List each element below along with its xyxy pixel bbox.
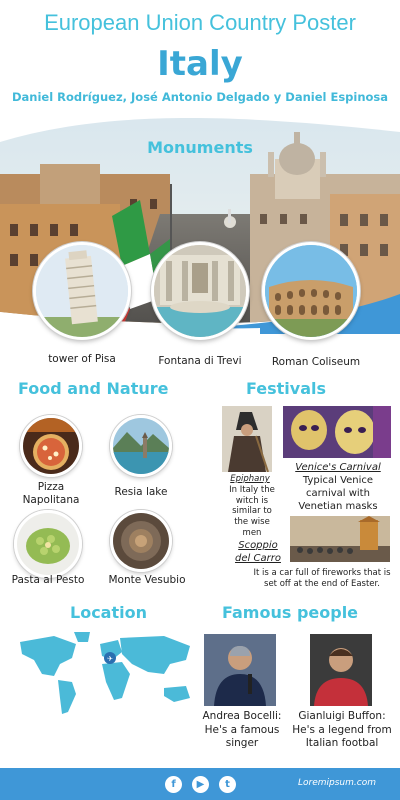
pizza-caption: Pizza Napolitana bbox=[22, 481, 80, 507]
pizza-icon bbox=[23, 418, 79, 474]
location-heading: Location bbox=[70, 603, 147, 622]
lake-icon bbox=[113, 418, 169, 474]
pizza-photo bbox=[20, 415, 82, 477]
famous-people-heading: Famous people bbox=[222, 603, 359, 622]
gianluigi-buffon-photo bbox=[310, 634, 372, 706]
resia-lake-caption: Resia lake bbox=[114, 486, 168, 498]
pasta-icon bbox=[17, 513, 79, 575]
scoppio-desc: It is a car full of fireworks that is se… bbox=[253, 568, 391, 589]
scoppio-title[interactable]: Scoppio del Carro bbox=[230, 540, 286, 565]
twitter-icon[interactable]: t bbox=[219, 776, 236, 793]
andrea-bocelli-caption: Andrea Bocelli: He's a famous singer bbox=[202, 710, 282, 750]
footer-bar: f ▶ t Loremipsum.com bbox=[0, 768, 400, 800]
monte-vesubio-caption: Monte Vesubio bbox=[108, 574, 186, 586]
monuments-heading: Monuments bbox=[147, 138, 253, 157]
svg-text:✈: ✈ bbox=[107, 655, 113, 663]
epiphany-title[interactable]: Epiphany bbox=[224, 474, 276, 485]
andrea-bocelli-photo bbox=[204, 634, 276, 706]
country-name: Italy bbox=[157, 44, 243, 84]
world-map: ✈ bbox=[20, 632, 190, 714]
food-and-nature-heading: Food and Nature bbox=[18, 379, 169, 398]
epiphany-witch-photo bbox=[222, 406, 272, 472]
monte-vesubio-photo bbox=[110, 510, 172, 572]
fontana-di-trevi-photo bbox=[151, 242, 249, 340]
roman-coliseum-photo bbox=[262, 242, 360, 340]
tower-of-pisa-caption: tower of Pisa bbox=[48, 353, 116, 365]
venice-carnival-photo bbox=[283, 406, 391, 458]
scoppio-del-carro-photo bbox=[290, 516, 390, 562]
venice-carnival-desc: Typical Venice carnival with Venetian ma… bbox=[298, 475, 378, 512]
gianluigi-buffon-caption: Gianluigi Buffon: He's a legend from Ita… bbox=[292, 710, 392, 750]
venice-carnival-title[interactable]: Venice's Carnival bbox=[286, 462, 390, 473]
coliseum-icon bbox=[265, 245, 357, 337]
resia-lake-photo bbox=[110, 415, 172, 477]
volcano-icon bbox=[113, 513, 169, 569]
poster-title: European Union Country Poster bbox=[44, 10, 356, 35]
facebook-icon[interactable]: f bbox=[165, 776, 182, 793]
authors: Daniel Rodríguez, José Antonio Delgado y… bbox=[11, 90, 389, 104]
pasta-caption: Pasta al Pesto bbox=[11, 574, 85, 586]
tower-of-pisa-photo bbox=[33, 242, 131, 340]
fontana-di-trevi-caption: Fontana di Trevi bbox=[158, 355, 242, 367]
pasta-photo bbox=[14, 510, 82, 578]
leaning-tower-icon bbox=[36, 245, 128, 337]
footer-link[interactable]: Loremipsum.com bbox=[298, 778, 388, 788]
youtube-icon[interactable]: ▶ bbox=[192, 776, 209, 793]
festivals-heading: Festivals bbox=[246, 379, 327, 398]
epiphany-desc: In Italy the witch is similar to the wis… bbox=[229, 485, 275, 538]
fountain-icon bbox=[154, 245, 246, 337]
roman-coliseum-caption: Roman Coliseum bbox=[271, 356, 361, 368]
